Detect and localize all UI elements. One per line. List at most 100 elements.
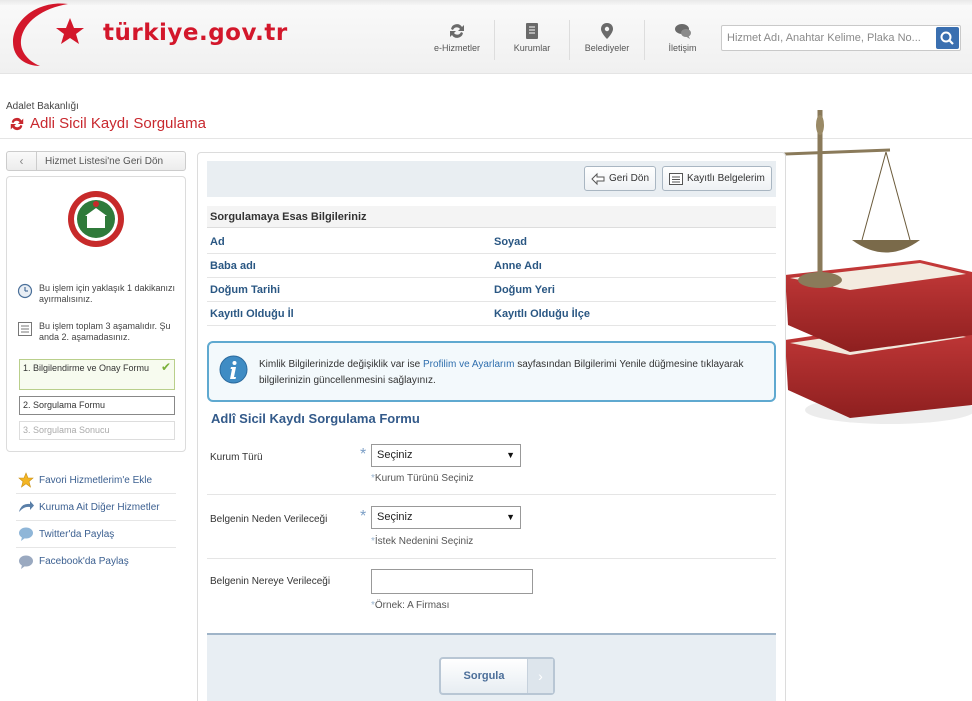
alert-text: Kimlik Bilgilerinizde değişiklik var ise… <box>259 357 764 389</box>
nav-label: İletişim <box>668 43 697 53</box>
kurum-turu-select[interactable]: Seçiniz ▼ <box>371 444 521 467</box>
dropdown-arrow-icon: ▼ <box>506 512 515 522</box>
nereye-label: Belgenin Nereye Verileceği <box>210 576 331 587</box>
step-label: 2. Sorgulama Formu <box>23 400 106 410</box>
search-icon <box>940 31 954 45</box>
document-list-icon <box>669 172 683 185</box>
nav-label: e-Hizmetler <box>433 43 480 53</box>
back-to-service-list-button[interactable]: ‹ Hizmet Listesi'ne Geri Dön <box>6 151 186 171</box>
step-label: 3. Sorgulama Sonucu <box>23 425 110 435</box>
field-baba-adi: Baba adı <box>210 260 256 272</box>
info-row: Ad Soyad <box>207 230 776 254</box>
required-mark: * <box>360 508 367 525</box>
step-label: 1. Bilgilendirme ve Onay Formu <box>23 363 150 373</box>
hint-text: İstek Nedenini Seçiniz <box>374 536 474 547</box>
nav-iletisim[interactable]: İletişim <box>645 20 720 60</box>
map-pin-icon <box>601 23 613 39</box>
add-favorite-link[interactable]: Favori Hizmetlerim'e Ekle <box>16 467 176 494</box>
stage-text: Bu işlem toplam 3 aşamalıdır. Şu anda 2.… <box>39 321 171 342</box>
checkmark-icon: ✔ <box>160 360 171 374</box>
duration-info: Bu işlem için yaklaşık 1 dakikanızı ayır… <box>17 283 177 305</box>
process-info-panel: Bu işlem için yaklaşık 1 dakikanızı ayır… <box>6 176 186 452</box>
nereye-row: Belgenin Nereye Verileceği *Örnek: A Fir… <box>207 559 776 631</box>
sorgula-button[interactable]: Sorgula › <box>439 657 555 695</box>
kayitli-belgelerim-button[interactable]: Kayıtlı Belgelerim <box>662 166 772 191</box>
search-input[interactable] <box>722 26 934 50</box>
star-icon <box>18 472 34 488</box>
neden-row: Belgenin Neden Verileceği * Seçiniz ▼ *İ… <box>207 495 776 559</box>
neden-select[interactable]: Seçiniz ▼ <box>371 506 521 529</box>
field-ilce: Kayıtlı Olduğu İlçe <box>494 308 590 320</box>
header-topline <box>0 0 972 5</box>
toolbar-back-label: Geri Dön <box>609 173 650 184</box>
toolbar-docs-label: Kayıtlı Belgelerim <box>687 173 765 184</box>
alert-text-before: Kimlik Bilgilerinizde değişiklik var ise <box>259 359 423 370</box>
nav-e-hizmetler[interactable]: e-Hizmetler <box>420 20 495 60</box>
info-row: Kayıtlı Olduğu İl Kayıtlı Olduğu İlçe <box>207 302 776 326</box>
link-label: Kuruma Ait Diğer Hizmetler <box>39 501 160 513</box>
book-icon <box>526 23 538 39</box>
nav-label: Kurumlar <box>513 43 551 53</box>
personal-info-table: Ad Soyad Baba adı Anne Adı Doğum Tarihi … <box>207 230 776 326</box>
profile-settings-link[interactable]: Profilim ve Ayarlarım <box>423 359 515 370</box>
search-button[interactable] <box>936 27 959 49</box>
nereye-hint: *Örnek: A Firması <box>371 600 449 611</box>
main-content-panel: Geri Dön Kayıtlı Belgelerim Sorgulamaya … <box>197 152 786 701</box>
stage-info: Bu işlem toplam 3 aşamalıdır. Şu anda 2.… <box>17 321 179 343</box>
neden-label: Belgenin Neden Verileceği <box>210 514 328 525</box>
main-nav: e-Hizmetler Kurumlar Belediyeler İletişi… <box>420 20 720 60</box>
kurum-turu-row: Kurum Türü * Seçiniz ▼ *Kurum Türünü Seç… <box>207 434 776 495</box>
facebook-icon <box>19 555 33 569</box>
chevron-right-icon: › <box>527 659 553 693</box>
breadcrumb[interactable]: Adalet Bakanlığı <box>6 101 79 112</box>
info-alert: Kimlik Bilgilerinizde değişiklik var ise… <box>207 341 776 402</box>
field-ad: Ad <box>210 236 225 248</box>
submit-area: Sorgula › <box>207 633 776 701</box>
hint-text: Örnek: A Firması <box>374 600 450 611</box>
info-section-header: Sorgulamaya Esas Bilgileriniz <box>207 206 776 228</box>
link-label: Facebook'da Paylaş <box>39 556 129 567</box>
submit-label: Sorgula <box>463 670 505 682</box>
chat-bubbles-icon <box>674 24 691 39</box>
kurum-turu-hint: *Kurum Türünü Seçiniz <box>371 473 474 484</box>
logo-text[interactable]: türkiye.gov.tr <box>103 20 288 46</box>
page-title: Adli Sicil Kaydı Sorgulama <box>8 115 206 132</box>
chevron-left-icon: ‹ <box>7 152 37 170</box>
nav-kurumlar[interactable]: Kurumlar <box>495 20 570 60</box>
share-twitter-link[interactable]: Twitter'da Paylaş <box>16 521 176 548</box>
list-icon <box>18 322 32 336</box>
logo-crescent-icon[interactable] <box>8 0 103 70</box>
refresh-arrows-icon <box>10 117 24 130</box>
adalet-bakanligi-seal-icon <box>68 191 124 247</box>
kurum-turu-label: Kurum Türü <box>210 452 263 463</box>
refresh-arrows-icon <box>450 24 464 38</box>
sidebar-links: Favori Hizmetlerim'e Ekle Kuruma Ait Diğ… <box>16 467 176 575</box>
nav-belediyeler[interactable]: Belediyeler <box>570 20 645 60</box>
duration-text: Bu işlem için yaklaşık 1 dakikanızı ayır… <box>39 283 176 304</box>
nereye-input[interactable] <box>371 569 533 594</box>
select-value: Seçiniz <box>377 449 413 461</box>
neden-hint: *İstek Nedenini Seçiniz <box>371 536 473 547</box>
other-services-link[interactable]: Kuruma Ait Diğer Hizmetler <box>16 494 176 521</box>
geri-don-button[interactable]: Geri Dön <box>584 166 656 191</box>
field-dogum-tarihi: Doğum Tarihi <box>210 284 281 296</box>
toolbar: Geri Dön Kayıtlı Belgelerim <box>207 161 776 197</box>
link-label: Twitter'da Paylaş <box>39 528 115 540</box>
search-box <box>721 25 961 51</box>
page-title-text: Adli Sicil Kaydı Sorgulama <box>30 115 206 132</box>
link-label: Favori Hizmetlerim'e Ekle <box>39 474 153 486</box>
curved-arrow-icon <box>19 501 34 512</box>
nav-label: Belediyeler <box>584 43 630 53</box>
info-icon <box>219 355 248 384</box>
required-mark: * <box>360 446 367 463</box>
share-facebook-link[interactable]: Facebook'da Paylaş <box>16 548 176 575</box>
back-button-label: Hizmet Listesi'ne Geri Dön <box>45 155 164 167</box>
field-il: Kayıtlı Olduğu İl <box>210 308 294 320</box>
step-2: 2. Sorgulama Formu <box>19 396 175 415</box>
field-dogum-yeri: Doğum Yeri <box>494 284 555 296</box>
info-row: Doğum Tarihi Doğum Yeri <box>207 278 776 302</box>
site-header: türkiye.gov.tr e-Hizmetler Kurumlar Bele… <box>0 0 972 74</box>
hint-text: Kurum Türünü Seçiniz <box>374 473 474 484</box>
clock-icon <box>17 283 33 299</box>
step-3: 3. Sorgulama Sonucu <box>19 421 175 440</box>
